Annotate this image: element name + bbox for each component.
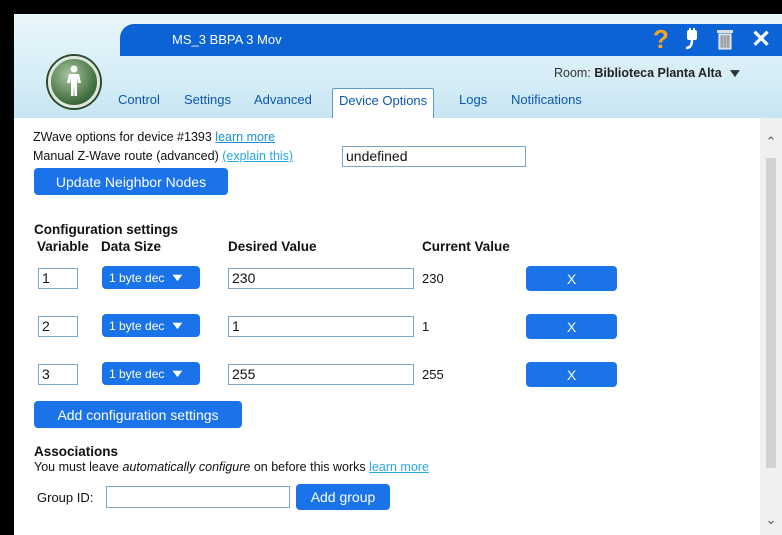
add-configuration-settings-button[interactable]: Add configuration settings: [34, 401, 242, 428]
note-text-end: on before this works: [250, 460, 370, 474]
data-size-value: 1 byte dec: [109, 270, 165, 285]
room-label: Room:: [554, 66, 591, 80]
remove-setting-button[interactable]: X: [526, 314, 617, 339]
add-group-button[interactable]: Add group: [296, 484, 390, 510]
config-section-title: Configuration settings: [34, 222, 178, 237]
trash-icon[interactable]: [714, 24, 736, 54]
variable-input[interactable]: 1: [38, 268, 78, 289]
update-neighbor-nodes-button[interactable]: Update Neighbor Nodes: [34, 168, 228, 195]
data-size-value: 1 byte dec: [109, 318, 165, 333]
plug-icon[interactable]: [680, 24, 704, 54]
scrollbar[interactable]: ⌃ ⌄: [760, 118, 782, 535]
zwave-options-line: ZWave options for device #1393 learn mor…: [33, 130, 275, 144]
room-info: Room: Biblioteca Planta Alta ▼: [554, 66, 782, 80]
tab-notifications[interactable]: Notifications: [511, 92, 582, 107]
help-icon[interactable]: ?: [650, 24, 672, 54]
col-current-value: Current Value: [422, 239, 510, 254]
learn-more-link[interactable]: learn more: [369, 460, 429, 474]
note-emphasis: automatically configure: [122, 460, 251, 474]
tab-bar: Control Settings Advanced Device Options…: [14, 86, 782, 119]
tab-device-options[interactable]: Device Options: [332, 88, 435, 119]
col-variable: Variable: [37, 239, 89, 254]
tab-settings[interactable]: Settings: [184, 92, 231, 107]
remove-setting-button[interactable]: X: [526, 266, 617, 291]
route-label: Manual Z-Wave route (advanced): [33, 149, 219, 163]
learn-more-link[interactable]: learn more: [215, 130, 275, 144]
current-value: 1: [422, 319, 430, 334]
room-value: Biblioteca Planta Alta: [594, 66, 722, 80]
group-id-input[interactable]: [106, 486, 290, 508]
variable-input[interactable]: 2: [38, 316, 78, 337]
associations-note: You must leave automatically configure o…: [34, 460, 429, 474]
col-desired-value: Desired Value: [228, 239, 317, 254]
group-id-label: Group ID:: [37, 490, 94, 505]
desired-value-input[interactable]: 1: [228, 316, 414, 337]
desired-value-input[interactable]: 255: [228, 364, 414, 385]
tab-logs[interactable]: Logs: [459, 92, 487, 107]
data-size-select[interactable]: 1 byte dec ▼: [102, 314, 200, 337]
associations-title: Associations: [34, 444, 119, 459]
data-size-select[interactable]: 1 byte dec ▼: [102, 266, 200, 289]
col-data-size: Data Size: [101, 239, 162, 254]
close-icon[interactable]: ✕: [748, 24, 774, 54]
explain-link[interactable]: (explain this): [222, 149, 293, 163]
current-value: 230: [422, 271, 444, 286]
current-value: 255: [422, 367, 444, 382]
route-input[interactable]: undefined: [342, 146, 526, 167]
device-title: MS_3 BBPA 3 Mov: [172, 32, 282, 47]
note-text: You must leave: [34, 460, 123, 474]
data-size-select[interactable]: 1 byte dec ▼: [102, 362, 200, 385]
header: MS_3 BBPA 3 Mov ? ✕ Room: Biblioteca Pla…: [14, 14, 782, 119]
chevron-down-icon: ▼: [169, 319, 186, 332]
scroll-thumb[interactable]: [766, 158, 776, 468]
chevron-down-icon: ▼: [169, 271, 186, 284]
data-size-value: 1 byte dec: [109, 366, 165, 381]
tab-advanced[interactable]: Advanced: [254, 92, 312, 107]
variable-input[interactable]: 3: [38, 364, 78, 385]
route-line: Manual Z-Wave route (advanced) (explain …: [33, 149, 293, 163]
remove-setting-button[interactable]: X: [526, 362, 617, 387]
scroll-down-icon[interactable]: ⌄: [764, 512, 778, 527]
chevron-down-icon[interactable]: ▼: [727, 66, 744, 80]
device-window: MS_3 BBPA 3 Mov ? ✕ Room: Biblioteca Pla…: [14, 14, 782, 535]
zwave-options-text: ZWave options for device #1393: [33, 130, 212, 144]
device-options-panel: ZWave options for device #1393 learn mor…: [20, 118, 756, 535]
chevron-down-icon: ▼: [169, 367, 186, 380]
tab-control[interactable]: Control: [118, 92, 160, 107]
scroll-up-icon[interactable]: ⌃: [764, 134, 778, 149]
desired-value-input[interactable]: 230: [228, 268, 414, 289]
